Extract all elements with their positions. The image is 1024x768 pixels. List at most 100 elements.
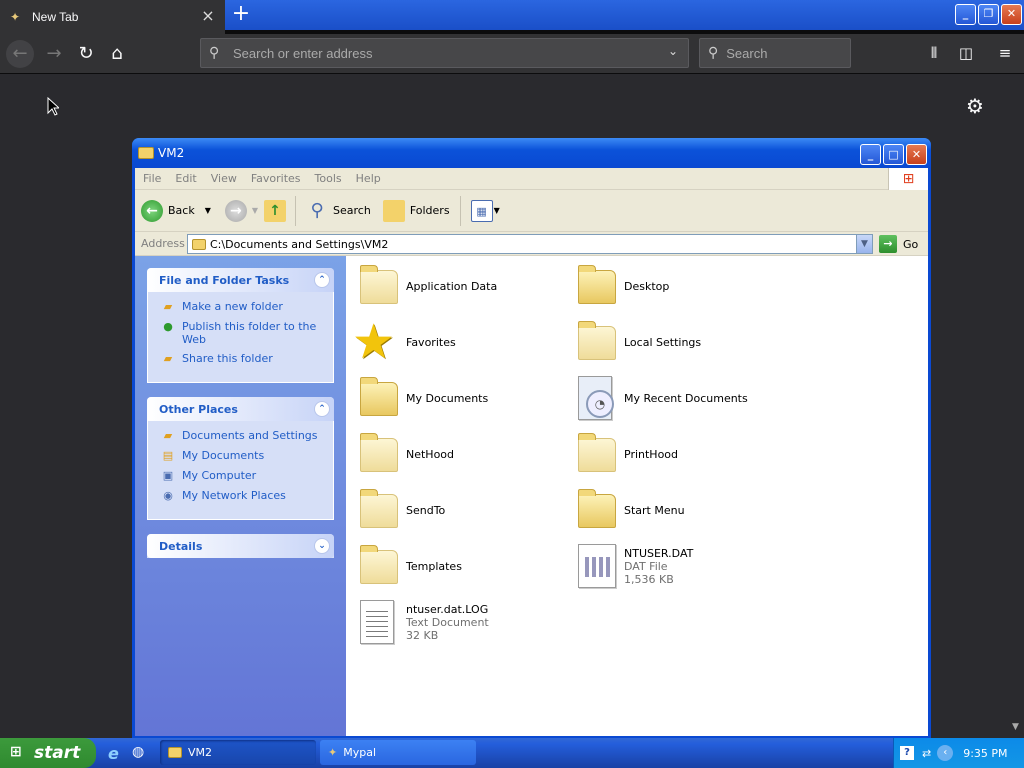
back-button[interactable]: ← Back ▼	[141, 199, 211, 222]
sidebar-icon[interactable]: ◫	[955, 42, 977, 64]
file-item[interactable]: My Documents	[352, 374, 562, 422]
show-hidden-icons-button[interactable]: ‹	[937, 745, 954, 761]
file-item[interactable]: Start Menu	[570, 486, 780, 534]
task-share-folder[interactable]: ▰ Share this folder	[160, 352, 325, 366]
file-item[interactable]: SendTo	[352, 486, 562, 534]
file-item[interactable]: Local Settings	[570, 318, 780, 366]
views-button[interactable]: ▦ ▼	[470, 199, 500, 222]
minimize-button[interactable]: _	[860, 144, 881, 165]
file-item[interactable]: Desktop	[570, 262, 780, 310]
start-button[interactable]: ⊞ start	[0, 738, 96, 768]
separator	[295, 195, 297, 226]
up-folder-button[interactable]: ↑	[264, 199, 291, 222]
folders-icon	[382, 199, 405, 222]
browser-quicklaunch-icon[interactable]: ◍	[132, 744, 144, 760]
ie-quicklaunch-icon[interactable]: e	[108, 744, 119, 763]
search-bar[interactable]: ⚲ Search	[699, 38, 851, 68]
chevron-down-icon[interactable]: ▼	[856, 235, 872, 253]
panel-header[interactable]: File and Folder Tasks ⌃	[147, 268, 334, 292]
collapse-icon[interactable]: ⌃	[314, 272, 330, 288]
folder-icon	[168, 747, 182, 758]
back-arrow-icon[interactable]: ←	[6, 40, 34, 68]
panel-header[interactable]: Other Places ⌃	[147, 397, 334, 421]
place-label: My Network Places	[182, 489, 286, 502]
help-icon[interactable]: ?	[900, 746, 914, 760]
menu-file[interactable]: File	[143, 172, 161, 185]
task-label: Share this folder	[182, 352, 273, 365]
menu-tools[interactable]: Tools	[315, 172, 342, 185]
file-item[interactable]: PrintHood	[570, 430, 780, 478]
menu-favorites[interactable]: Favorites	[251, 172, 301, 185]
close-tab-icon[interactable]: ×	[201, 8, 215, 24]
file-item[interactable]: NTUSER.DAT DAT File 1,536 KB	[570, 542, 780, 590]
collapse-icon[interactable]: ⌃	[314, 401, 330, 417]
file-name: SendTo	[406, 503, 446, 517]
expand-icon[interactable]: ⌄	[314, 538, 330, 554]
panel-header[interactable]: Details ⌄	[147, 534, 334, 558]
reload-icon[interactable]: ↻	[72, 40, 100, 68]
place-my-documents[interactable]: ▤ My Documents	[160, 449, 325, 463]
task-label: Make a new folder	[182, 300, 283, 313]
file-item[interactable]: NetHood	[352, 430, 562, 478]
task-make-folder[interactable]: ▰ Make a new folder	[160, 300, 325, 314]
file-size: 32 KB	[406, 628, 439, 642]
file-item[interactable]: Application Data	[352, 262, 562, 310]
chevron-down-icon[interactable]: ▼	[205, 206, 211, 215]
menu-help[interactable]: Help	[356, 172, 381, 185]
task-label: Mypal	[343, 746, 376, 759]
file-list: Application Data Desktop ★ Favorites Loc…	[346, 256, 928, 736]
place-my-computer[interactable]: ▣ My Computer	[160, 469, 325, 483]
file-folder-tasks-panel: File and Folder Tasks ⌃ ▰ Make a new fold…	[147, 268, 334, 383]
folder-icon	[352, 486, 400, 534]
forward-button[interactable]: → ▼	[224, 199, 258, 222]
search-button[interactable]: ⚲ Search	[306, 200, 371, 222]
network-status-icon[interactable]: ⇄	[922, 747, 931, 760]
file-name: Application Data	[406, 279, 498, 293]
file-name: Start Menu	[624, 503, 685, 517]
folders-button[interactable]: Folders	[382, 199, 450, 222]
restore-button[interactable]: ❐	[978, 4, 999, 25]
titlebar-strip	[225, 0, 1024, 30]
scroll-down-icon[interactable]: ▼	[1012, 722, 1019, 732]
close-button[interactable]: ✕	[1001, 4, 1022, 25]
chevron-down-icon[interactable]: ⌄	[668, 44, 678, 58]
file-item[interactable]: Templates	[352, 542, 562, 590]
share-folder-icon: ▰	[163, 352, 173, 365]
explorer-titlebar[interactable]: VM2 _ □ ✕	[132, 138, 931, 168]
search-label: Search	[333, 204, 371, 217]
taskbar-task-vm2[interactable]: VM2	[160, 740, 316, 765]
file-details: ntuser.dat.LOG Text Document 32 KB	[406, 603, 489, 642]
gear-icon[interactable]: ⚙	[966, 94, 984, 118]
file-name: Desktop	[624, 279, 670, 293]
tab-title: New Tab	[32, 10, 79, 24]
file-item[interactable]: ★ Favorites	[352, 314, 562, 370]
task-publish-web[interactable]: ● Publish this folder to the Web	[160, 320, 325, 346]
browser-tab[interactable]: ✦ New Tab ×	[0, 0, 225, 34]
minimize-button[interactable]: _	[955, 4, 976, 25]
forward-arrow-icon: →	[224, 199, 247, 222]
file-name: NetHood	[406, 447, 455, 461]
menu-edit[interactable]: Edit	[175, 172, 196, 185]
go-button[interactable]: → Go	[879, 235, 918, 253]
file-name: My Documents	[406, 391, 489, 405]
file-type: DAT File	[624, 559, 668, 573]
place-documents-settings[interactable]: ▰ Documents and Settings	[160, 429, 325, 443]
place-network[interactable]: ◉ My Network Places	[160, 489, 325, 503]
maximize-button[interactable]: □	[883, 144, 904, 165]
file-name: My Recent Documents	[624, 391, 748, 405]
taskbar-task-mypal[interactable]: ✦ Mypal	[320, 740, 476, 765]
menu-icon[interactable]: ≡	[994, 42, 1016, 64]
address-value: C:\Documents and Settings\VM2	[210, 237, 389, 251]
library-icon[interactable]: ⫴	[923, 42, 945, 64]
file-item[interactable]: ◔ My Recent Documents	[570, 374, 780, 422]
panel-title: Other Places	[159, 402, 238, 416]
close-button[interactable]: ✕	[906, 144, 927, 165]
new-tab-button[interactable]: +	[230, 3, 252, 26]
home-icon[interactable]: ⌂	[103, 40, 131, 68]
url-bar[interactable]: ⚲ Search or enter address ⌄	[200, 38, 689, 68]
menu-view[interactable]: View	[211, 172, 237, 185]
file-item[interactable]: ntuser.dat.LOG Text Document 32 KB	[352, 598, 562, 646]
search-icon: ⚲	[209, 45, 220, 61]
address-input[interactable]: C:\Documents and Settings\VM2 ▼	[187, 234, 873, 254]
forward-arrow-icon[interactable]: →	[40, 40, 68, 68]
